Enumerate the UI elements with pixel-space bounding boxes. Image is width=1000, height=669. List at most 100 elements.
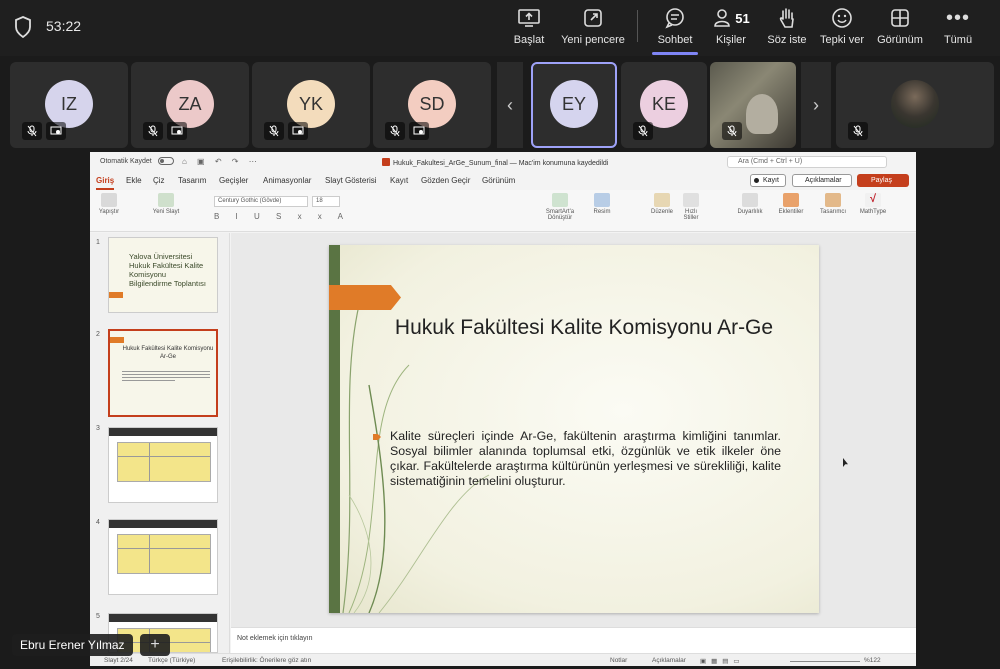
slide-thumbnail-4[interactable] [108,519,218,595]
designer-button[interactable]: Tasarımcı [816,193,850,215]
document-title[interactable]: Hukuk_Fakultesi_ArGe_Sunum_final — Mac'i… [382,158,608,167]
record-label: Kayıt [763,177,779,184]
more-button[interactable]: ••• Tümü [938,6,978,52]
add-button[interactable]: + [140,634,170,656]
view-label: Görünüm [877,34,923,46]
tab-animations[interactable]: Animasyonlar [263,176,311,185]
new-window-button[interactable]: Yeni pencere [560,6,626,52]
share-screen-icon [518,9,540,27]
format-buttons[interactable]: B I U S x x A [214,212,350,221]
language-status[interactable]: Türkçe (Türkiye) [148,657,195,664]
thumb-number: 1 [96,239,100,246]
new-slide-label: Yeni Slayt [152,209,180,215]
mic-muted-icon [722,122,742,140]
search-input[interactable]: Ara (Cmd + Ctrl + U) [727,156,887,168]
new-slide-button[interactable]: Yeni Slayt [152,193,180,215]
avatar-initials: ZA [178,93,202,114]
avatar: SD [408,80,456,128]
react-label: Tepki ver [819,34,865,46]
paste-button[interactable]: Yapıştır [96,193,122,215]
comments-toggle[interactable]: Açıklamalar [652,657,686,664]
participant-video-tile[interactable] [710,62,796,148]
meeting-toolbar: 53:22 Başlat Yeni pencere Sohbet 51 Kişi… [0,0,1000,56]
chat-button[interactable]: Sohbet [652,6,698,52]
addins-button[interactable]: Eklentiler [776,193,806,215]
font-family-value: Century Gothic (Gövde) [218,198,282,204]
view-button[interactable]: Görünüm [874,6,926,52]
tab-insert[interactable]: Ekle [126,176,142,185]
view-mode-icons[interactable]: ▣▦▤▭ [700,657,745,665]
font-size-select[interactable]: 18 [312,196,340,207]
participant-tile[interactable]: ZA [131,62,249,148]
current-slide[interactable]: Hukuk Fakültesi Kalite Komisyonu Ar-Ge K… [329,245,819,613]
font-family-select[interactable]: Century Gothic (Gövde) [214,196,308,207]
autosave-toggle[interactable] [158,157,174,165]
people-button[interactable]: 51 Kişiler [706,6,756,52]
mathtype-icon: √ [865,193,881,207]
tab-slideshow[interactable]: Slayt Gösterisi [325,176,377,185]
record-button[interactable]: Kayıt [750,174,786,187]
participant-tile[interactable] [836,62,994,148]
avatar-initials: KE [651,93,676,114]
participant-tile[interactable]: IZ [10,62,128,148]
tab-design[interactable]: Tasarım [178,176,206,185]
more-dots-icon: ••• [945,6,970,29]
toolbar-divider [637,10,638,42]
chat-label: Sohbet [657,34,693,46]
thumb-body-lines [122,371,210,383]
hand-icon [779,8,794,28]
font-size-value: 18 [316,198,323,204]
orange-arrow-shape [329,285,401,310]
slide-thumbnail-1[interactable]: Yalova Üniversitesi Hukuk Fakültesi Kali… [108,237,218,313]
tab-transitions[interactable]: Geçişler [219,176,248,185]
chevron-left-icon: ‹ [507,94,513,115]
accessibility-status[interactable]: Erişilebilirlik: Önerilere göz atın [222,657,311,664]
slide-thumbnail-2[interactable]: Hukuk Fakültesi Kalite Komisyonu Ar-Ge [108,329,218,417]
zoom-slider[interactable] [790,661,860,662]
notes-pane[interactable]: Not eklemek için tıklayın [231,627,916,653]
share-button[interactable]: Paylaş [857,174,909,187]
mic-muted-icon [22,122,42,140]
next-participants-button[interactable]: › [801,62,831,148]
comments-button[interactable]: Açıklamalar [792,174,852,187]
smartart-button[interactable]: SmartArt'a Dönüştür [538,193,582,221]
zoom-level[interactable]: %122 [864,657,881,664]
tab-view[interactable]: Görünüm [482,176,515,185]
thumb-number: 5 [96,613,100,620]
tab-home[interactable]: Giriş [96,176,115,190]
more-label: Tümü [943,34,973,46]
notes-placeholder: Not eklemek için tıklayın [237,635,313,642]
slide-title[interactable]: Hukuk Fakültesi Kalite Komisyonu Ar-Ge [384,313,784,343]
avatar: IZ [45,80,93,128]
people-count: 51 [735,10,750,26]
orange-arrow-shape [110,337,124,343]
quick-access-icons[interactable]: ⌂ ▣ ↶ ↷ ⋯ [182,157,261,166]
mathtype-button[interactable]: √ MathType [856,193,890,215]
raise-hand-button[interactable]: Söz iste [764,6,810,52]
prev-participants-button[interactable]: ‹ [497,62,523,148]
meeting-timer: 53:22 [46,18,82,34]
start-button[interactable]: Başlat [508,6,550,52]
slide-body-text[interactable]: Kalite süreçleri içinde Ar-Ge, fakülteni… [390,429,781,489]
participant-tile-active[interactable]: EY [531,62,617,148]
document-name: Hukuk_Fakultesi_ArGe_Sunum_final [393,160,508,167]
avatar-initials: EY [561,93,586,114]
tab-draw[interactable]: Çiz [153,176,165,185]
slide-thumbnail-3[interactable] [108,427,218,503]
notes-toggle[interactable]: Notlar [610,657,627,664]
plus-icon: + [150,636,160,653]
react-button[interactable]: Tepki ver [818,6,866,52]
quick-styles-button[interactable]: Hızlı Stiller [678,193,704,221]
participant-tile[interactable]: YK [252,62,370,148]
tab-record[interactable]: Kayıt [390,176,408,185]
arrange-button[interactable]: Düzenle [648,193,676,215]
sensitivity-button[interactable]: Duyarlılık [734,193,766,215]
addins-label: Eklentiler [778,209,804,215]
picture-button[interactable]: Resim [590,193,614,215]
tab-review[interactable]: Gözden Geçir [421,176,470,185]
participant-video [746,94,778,134]
comments-label: Açıklamalar [805,177,842,184]
participant-tile[interactable]: KE [621,62,707,148]
start-label: Başlat [513,34,545,46]
participant-tile[interactable]: SD [373,62,491,148]
